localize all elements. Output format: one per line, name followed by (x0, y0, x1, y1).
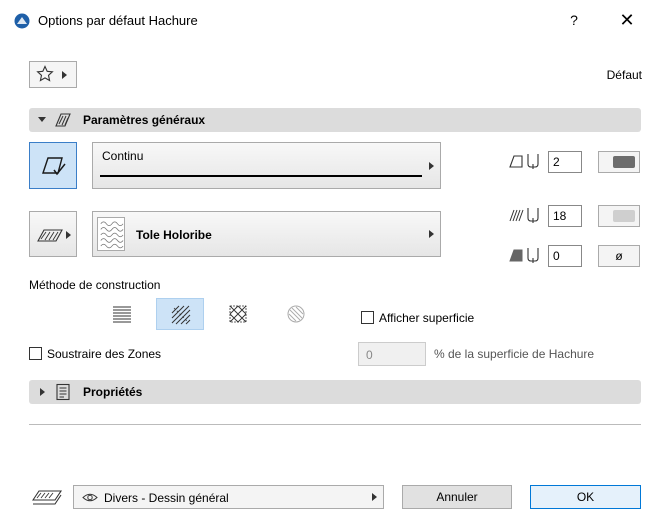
fill-pen-swatch (613, 210, 635, 222)
contour-pen-input[interactable]: 2 (548, 151, 582, 173)
properties-list-icon (56, 383, 70, 401)
method-lines-button[interactable] (98, 298, 146, 330)
contour-pen-color-button[interactable] (598, 151, 640, 173)
fill-pattern-label: Tole Holoribe (136, 228, 212, 242)
method-round-button[interactable] (272, 298, 320, 330)
favorites-button[interactable] (29, 61, 77, 88)
fill-pattern-picker[interactable]: Tole Holoribe (92, 211, 441, 257)
divider (29, 424, 641, 425)
fill-category-button[interactable] (29, 211, 77, 257)
chevron-right-icon (372, 493, 377, 501)
chevron-down-icon (38, 117, 46, 122)
contour-pen-swatch (613, 156, 635, 168)
section-general-title: Paramètres généraux (83, 113, 206, 127)
line-type-label: Continu (102, 149, 144, 163)
background-pen-color-button[interactable]: ø (598, 245, 640, 267)
hatch-icon (171, 305, 191, 325)
layer-picker[interactable]: Divers - Dessin général (73, 485, 384, 509)
subtract-zones-label: Soustraire des Zones (47, 347, 162, 361)
show-area-label: Afficher superficie (379, 311, 475, 325)
eye-icon (82, 493, 98, 502)
subtract-zones-checkbox[interactable] (29, 347, 42, 360)
layer-label: Divers - Dessin général (104, 491, 229, 505)
no-color-icon: ø (615, 249, 623, 263)
contour-pen-icon (509, 154, 539, 169)
line-type-sample (100, 175, 422, 177)
window-title: Options par défaut Hachure (38, 13, 198, 28)
area-percent-input[interactable]: 0 (358, 342, 426, 366)
star-icon (36, 65, 54, 82)
help-button[interactable]: ? (560, 9, 588, 31)
fill-pen-input[interactable]: 18 (548, 205, 582, 227)
cancel-button[interactable]: Annuler (402, 485, 512, 509)
chevron-right-icon (429, 161, 434, 170)
section-properties-title: Propriétés (83, 385, 143, 399)
archicad-app-icon (14, 13, 30, 29)
chevron-right-icon (429, 230, 434, 238)
default-label: Défaut (606, 68, 642, 82)
show-area-checkbox[interactable] (361, 311, 374, 324)
area-percent-label: % de la superficie de Hachure (434, 347, 595, 361)
fill-pen-icon (509, 208, 539, 223)
background-pen-icon (509, 248, 539, 263)
fill-pen-color-button[interactable] (598, 205, 640, 227)
background-pen-input[interactable]: 0 (548, 245, 582, 267)
crosshatch-icon (229, 305, 247, 323)
close-button[interactable]: ✕ (612, 9, 642, 31)
section-properties-header[interactable]: Propriétés (29, 380, 641, 404)
method-cross-button[interactable] (214, 298, 262, 330)
construction-method-label: Méthode de construction (29, 278, 161, 292)
drafting-fill-icon (42, 157, 66, 176)
layers-icon (31, 490, 63, 505)
line-type-picker[interactable]: Continu (92, 142, 441, 189)
fill-type-button[interactable] (29, 142, 77, 189)
fill-pattern-icon (37, 229, 63, 242)
chevron-right-icon (40, 388, 45, 396)
chevron-right-icon (66, 231, 71, 239)
lines-icon (113, 306, 131, 323)
title-bar: Options par défaut Hachure ? ✕ (0, 0, 653, 42)
radial-hatch-icon (287, 305, 305, 323)
section-general-header[interactable]: Paramètres généraux (29, 108, 641, 132)
method-hatch-button[interactable] (156, 298, 204, 330)
ok-button[interactable]: OK (530, 485, 641, 509)
pattern-preview-icon (97, 217, 125, 251)
chevron-right-icon (62, 71, 67, 79)
fill-hatch-icon (55, 113, 71, 127)
